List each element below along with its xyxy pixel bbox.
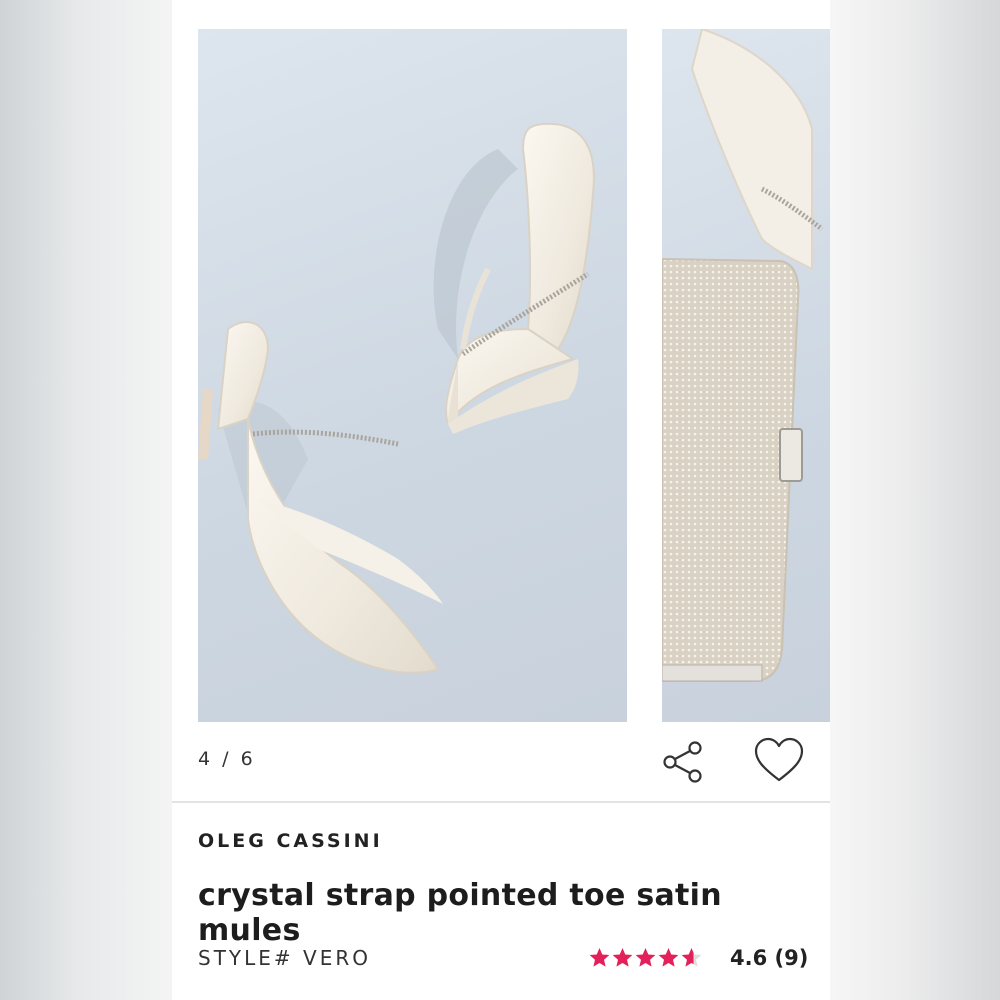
star-icon — [589, 947, 610, 967]
product-image-mules[interactable] — [198, 29, 627, 722]
star-icon — [681, 947, 702, 967]
image-counter: 4 / 6 — [198, 748, 256, 770]
style-number: STYLE# VERO — [198, 946, 371, 970]
share-icon[interactable] — [659, 738, 707, 786]
brand-name[interactable]: OLEG CASSINI — [198, 830, 383, 852]
background-blur-left — [0, 0, 172, 1000]
heart-icon[interactable] — [753, 736, 805, 788]
rating-stars[interactable] — [588, 946, 703, 972]
star-icon — [658, 947, 679, 967]
rating-summary[interactable]: 4.6 (9) — [730, 946, 808, 970]
star-icon — [635, 947, 656, 967]
divider — [172, 801, 830, 803]
background-blur-right — [830, 0, 1000, 1000]
product-image-clutch[interactable] — [662, 29, 830, 722]
product-title: crystal strap pointed toe satin mules — [198, 878, 722, 948]
image-carousel[interactable] — [172, 0, 830, 730]
star-icon — [612, 947, 633, 967]
product-page: 4 / 6 OLEG CASSINI crystal strap pointed… — [172, 0, 830, 1000]
